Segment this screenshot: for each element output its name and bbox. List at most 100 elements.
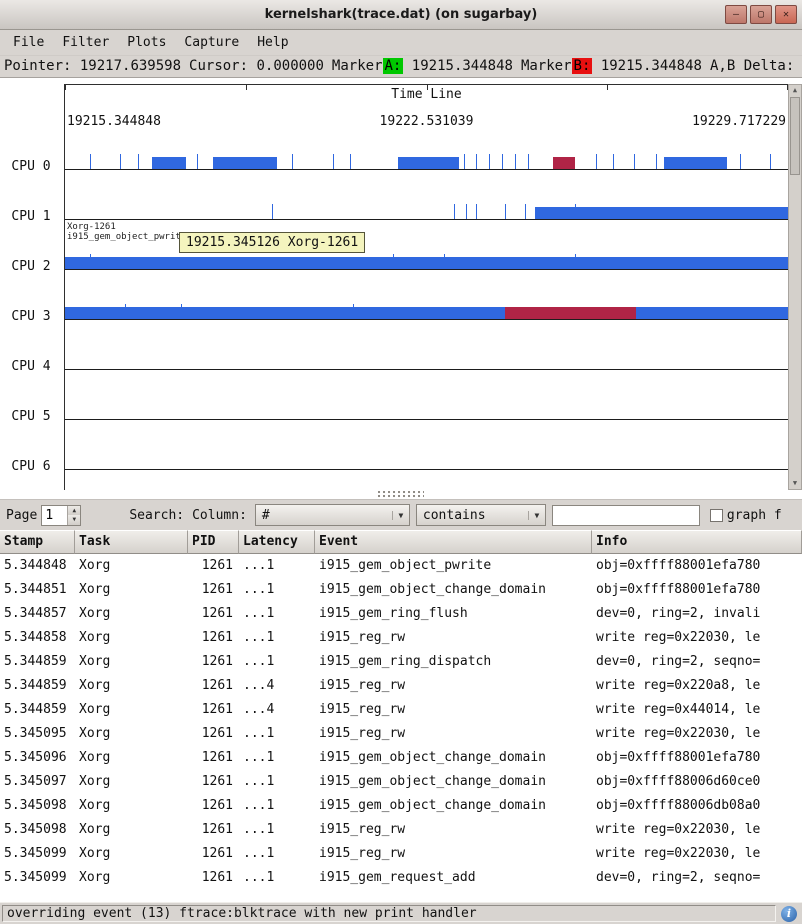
event-tick[interactable]	[505, 204, 506, 219]
table-row[interactable]: 5.344859Xorg1261...4i915_reg_rwwrite reg…	[0, 698, 802, 722]
graph-pane: CPU 0CPU 1CPU 2CPU 3CPU 4CPU 5CPU 6 Time…	[0, 78, 802, 490]
trace-bar-blue[interactable]	[65, 257, 788, 269]
event-tick[interactable]	[489, 154, 490, 169]
graph-follows-checkbox[interactable]	[710, 509, 723, 522]
table-row[interactable]: 5.345099Xorg1261...1i915_reg_rwwrite reg…	[0, 842, 802, 866]
cpu-3-timeline[interactable]	[65, 307, 788, 320]
trace-bar-blue[interactable]	[65, 307, 788, 319]
event-tick[interactable]	[454, 204, 455, 219]
event-tick[interactable]	[613, 154, 614, 169]
column-header-latency[interactable]: Latency	[239, 530, 315, 554]
event-tick[interactable]	[125, 304, 126, 319]
event-tick[interactable]	[770, 154, 771, 169]
plot-area[interactable]: Time Line 19215.344848 19222.531039 1922…	[65, 78, 788, 490]
cpu-6-timeline[interactable]	[65, 457, 788, 470]
event-tick[interactable]	[466, 204, 467, 219]
menu-capture[interactable]: Capture	[175, 32, 248, 53]
cpu-label-2: CPU 2	[0, 259, 62, 275]
event-tick[interactable]	[575, 254, 576, 269]
page-spinner[interactable]: ▲▼	[41, 505, 81, 526]
graph-vertical-scrollbar[interactable]: ▲ ▼	[788, 84, 802, 490]
minimize-button[interactable]: —	[725, 5, 747, 24]
trace-bar-blue[interactable]	[152, 157, 187, 169]
event-tick[interactable]	[333, 154, 334, 169]
trace-bar-red[interactable]	[505, 307, 637, 319]
info-icon[interactable]: i	[781, 906, 797, 922]
event-tick[interactable]	[525, 204, 526, 219]
event-tick[interactable]	[120, 154, 121, 169]
column-header-info[interactable]: Info	[592, 530, 802, 554]
event-tick[interactable]	[502, 154, 503, 169]
event-tick[interactable]	[575, 204, 576, 219]
scroll-up-icon[interactable]: ▲	[789, 85, 801, 96]
column-select[interactable]: # ▼	[255, 504, 410, 526]
cell-pid: 1261	[188, 866, 239, 890]
match-select[interactable]: contains ▼	[416, 504, 546, 526]
scrollbar-thumb[interactable]	[790, 97, 800, 175]
event-tick[interactable]	[476, 154, 477, 169]
close-button[interactable]: ✕	[775, 5, 797, 24]
maximize-button[interactable]: ▢	[750, 5, 772, 24]
event-tick[interactable]	[740, 154, 741, 169]
table-row[interactable]: 5.345095Xorg1261...1i915_reg_rwwrite reg…	[0, 722, 802, 746]
scroll-down-icon[interactable]: ▼	[789, 478, 801, 489]
event-tick[interactable]	[634, 154, 635, 169]
menu-filter[interactable]: Filter	[53, 32, 118, 53]
column-header-pid[interactable]: PID	[188, 530, 239, 554]
page-input[interactable]	[42, 506, 67, 525]
cell-pid: 1261	[188, 674, 239, 698]
trace-bar-blue[interactable]	[535, 207, 788, 219]
pane-splitter[interactable]	[0, 490, 802, 500]
event-tick[interactable]	[464, 154, 465, 169]
cell-event: i915_gem_ring_flush	[315, 602, 592, 626]
table-row[interactable]: 5.345098Xorg1261...1i915_gem_object_chan…	[0, 794, 802, 818]
menu-plots[interactable]: Plots	[118, 32, 175, 53]
menu-help[interactable]: Help	[248, 32, 297, 53]
table-row[interactable]: 5.345096Xorg1261...1i915_gem_object_chan…	[0, 746, 802, 770]
spin-down-icon[interactable]: ▼	[68, 515, 80, 525]
column-header-task[interactable]: Task	[75, 530, 188, 554]
event-tick[interactable]	[656, 154, 657, 169]
menu-file[interactable]: File	[4, 32, 53, 53]
cell-info: obj=0xffff88001efa780	[592, 578, 802, 602]
event-tick[interactable]	[528, 154, 529, 169]
table-row[interactable]: 5.344848Xorg1261...1i915_gem_object_pwri…	[0, 554, 802, 578]
column-header-event[interactable]: Event	[315, 530, 592, 554]
event-tick[interactable]	[90, 154, 91, 169]
table-row[interactable]: 5.344859Xorg1261...1i915_gem_ring_dispat…	[0, 650, 802, 674]
cpu-0-timeline[interactable]	[65, 157, 788, 170]
event-tick[interactable]	[181, 304, 182, 319]
window-title: kernelshark(trace.dat) (on sugarbay)	[265, 7, 538, 22]
cpu-2-timeline[interactable]	[65, 257, 788, 270]
event-tick[interactable]	[272, 204, 273, 219]
cpu-5-timeline[interactable]	[65, 407, 788, 420]
event-tick[interactable]	[90, 254, 91, 269]
cpu-4-timeline[interactable]	[65, 357, 788, 370]
event-tick[interactable]	[292, 154, 293, 169]
event-tick[interactable]	[596, 154, 597, 169]
cpu-1-timeline[interactable]	[65, 207, 788, 220]
table-row[interactable]: 5.345097Xorg1261...1i915_gem_object_chan…	[0, 770, 802, 794]
trace-bar-red[interactable]	[553, 157, 575, 169]
table-row[interactable]: 5.344857Xorg1261...1i915_gem_ring_flushd…	[0, 602, 802, 626]
event-tick[interactable]	[353, 304, 354, 319]
trace-bar-blue[interactable]	[398, 157, 459, 169]
table-row[interactable]: 5.345098Xorg1261...1i915_reg_rwwrite reg…	[0, 818, 802, 842]
table-row[interactable]: 5.344851Xorg1261...1i915_gem_object_chan…	[0, 578, 802, 602]
column-header-stamp[interactable]: Stamp	[0, 530, 75, 554]
table-row[interactable]: 5.345099Xorg1261...1i915_gem_request_add…	[0, 866, 802, 890]
spin-up-icon[interactable]: ▲	[68, 506, 80, 516]
table-row[interactable]: 5.344859Xorg1261...4i915_reg_rwwrite reg…	[0, 674, 802, 698]
event-tick[interactable]	[197, 154, 198, 169]
event-tick[interactable]	[515, 154, 516, 169]
trace-bar-blue[interactable]	[213, 157, 277, 169]
event-tick[interactable]	[476, 204, 477, 219]
trace-bar-blue[interactable]	[664, 157, 727, 169]
event-tick[interactable]	[350, 154, 351, 169]
event-tick[interactable]	[393, 254, 394, 269]
cpu-label-0: CPU 0	[0, 159, 62, 175]
table-row[interactable]: 5.344858Xorg1261...1i915_reg_rwwrite reg…	[0, 626, 802, 650]
event-tick[interactable]	[444, 254, 445, 269]
search-input[interactable]	[552, 505, 700, 526]
event-tick[interactable]	[138, 154, 139, 169]
